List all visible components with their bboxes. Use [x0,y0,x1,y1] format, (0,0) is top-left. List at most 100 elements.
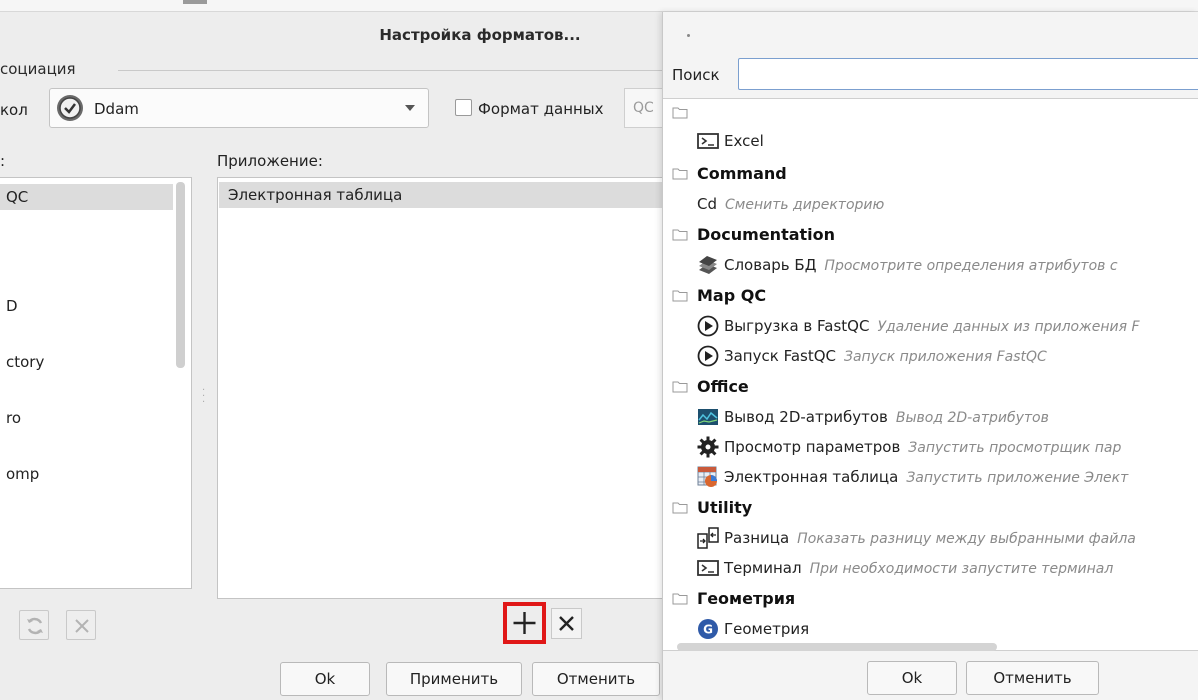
refresh-icon [27,617,43,635]
window-dot [687,34,690,37]
app-name: Электронная таблица Запустить приложение … [724,468,1129,486]
tree-folder-utility[interactable]: Utility [663,497,1198,521]
popup-ok-button[interactable]: Ok [867,661,957,695]
tree-folder-command[interactable]: Command [663,163,1198,187]
list-item[interactable]: D [6,297,18,315]
protocol-label: кол [0,101,28,119]
folder-icon [672,107,688,119]
folder-icon [672,502,688,514]
ok-button[interactable]: Ok [280,662,370,696]
app-name: Разница Показать разницу между выбранными… [724,529,1136,547]
category-label: Office [697,377,749,396]
window-top-strip [0,0,1198,12]
tree-folder-office[interactable]: Office [663,376,1198,400]
play-icon [697,315,719,337]
diff-icon [697,527,719,549]
chevron-down-icon[interactable] [405,105,415,111]
list-item[interactable]: Электронная таблица [219,182,665,208]
gear-icon [697,436,719,458]
terminal-icon [697,560,719,576]
protocol-value: Ddam [94,100,139,118]
application-tree[interactable]: Excel Command Cd Сменить директорию Docum… [663,98,1198,651]
chart-icon [698,409,718,425]
app-name: Терминал При необходимости запустите терм… [724,559,1114,577]
formats-list[interactable]: QC D ctory ro omp [0,177,192,589]
tree-item-spreadsheet[interactable]: Электронная таблица Запустить приложение … [663,466,1198,490]
tree-folder-documentation[interactable]: Documentation [663,224,1198,248]
data-format-checkbox[interactable] [455,99,472,116]
tree-item-run-fastqc[interactable]: Запуск FastQC Запуск приложения FastQC [663,345,1198,369]
tree-horizontal-scrollbar[interactable] [677,643,997,651]
category-label: Command [697,164,787,183]
list-item[interactable]: ctory [6,353,44,371]
svg-text:G: G [703,623,713,637]
tree-item-view-parameters[interactable]: Просмотр параметров Запустить просмотрщик… [663,436,1198,460]
app-description: Запустить просмотрщик пар [908,440,1122,456]
close-icon [75,619,89,633]
tree-folder-geometry[interactable]: Геометрия [663,588,1198,612]
applications-list[interactable]: Электронная таблица [217,177,667,599]
refresh-button[interactable] [19,610,49,640]
folder-icon [672,593,688,605]
app-name: Запуск FastQC Запуск приложения FastQC [724,347,1047,365]
app-description: Запуск приложения FastQC [844,349,1047,365]
spreadsheet-icon [697,466,717,487]
app-name: Cd Сменить директорию [697,195,885,213]
app-name: Вывод 2D-атрибутов Вывод 2D-атрибутов [724,408,1049,426]
application-column-label: Приложение: [217,152,323,170]
category-label: Геометрия [697,589,796,608]
tree-folder-root[interactable] [663,102,1198,126]
folder-icon [672,168,688,180]
app-name: Excel [724,132,764,150]
books-icon [699,256,717,274]
remove-application-button[interactable] [551,608,582,639]
app-description: Вывод 2D-атрибутов [895,410,1049,426]
dialog-title: Настройка форматов... [379,26,581,44]
add-application-button[interactable] [509,608,540,638]
tree-item-cd[interactable]: Cd Сменить директорию [663,193,1198,217]
search-input[interactable] [738,58,1198,90]
tree-folder-map-qc[interactable]: Map QC [663,285,1198,309]
data-format-field[interactable]: QC [624,88,664,128]
folder-icon [672,229,688,241]
search-label: Поиск [672,66,720,84]
apply-button[interactable]: Применить [386,662,522,696]
tree-item-2d-attributes[interactable]: Вывод 2D-атрибутов Вывод 2D-атрибутов [663,406,1198,430]
formats-column-label: : [0,152,6,170]
tree-item-geometry[interactable]: G Геометрия [663,618,1198,642]
tree-item-terminal[interactable]: Терминал При необходимости запустите терм… [663,557,1198,581]
category-label: Utility [697,498,753,517]
folder-icon [672,381,688,393]
popup-cancel-button[interactable]: Отменить [966,661,1099,695]
list-item[interactable]: omp [6,465,39,483]
tree-item-db-dictionary[interactable]: Словарь БД Просмотрите определения атрибу… [663,254,1198,278]
app-description: Показать разницу между выбранными файла [797,531,1136,547]
association-group-label: социация [0,60,80,78]
window-mark [183,0,207,4]
terminal-icon [697,133,719,149]
formats-list-scrollbar[interactable] [176,182,185,368]
plus-icon [513,612,536,634]
application-picker-popup: Поиск Excel Command Cd Сменить директорию… [662,12,1198,700]
tree-item-excel[interactable]: Excel [663,130,1198,154]
ddam-icon [57,95,83,121]
list-item[interactable]: ro [6,409,21,427]
protocol-combobox[interactable]: Ddam [49,88,429,128]
app-description: При необходимости запустите терминал [809,561,1114,577]
category-label: Documentation [697,225,836,244]
cancel-button[interactable]: Отменить [532,662,660,696]
app-name: Геометрия [724,620,810,638]
remove-format-button[interactable] [66,610,96,640]
app-description: Запустить приложение Элект [906,470,1129,486]
category-label: Map QC [697,286,767,305]
list-item[interactable]: QC [0,184,173,210]
tree-item-export-fastqc[interactable]: Выгрузка в FastQC Удаление данных из прил… [663,315,1198,339]
app-description: Сменить директорию [725,197,885,213]
geometry-icon: G [698,619,718,639]
data-format-label: Формат данных [478,100,604,118]
app-name: Просмотр параметров Запустить просмотрщик… [724,438,1122,456]
folder-icon [672,290,688,302]
group-divider [118,70,663,71]
tree-item-diff[interactable]: Разница Показать разницу между выбранными… [663,527,1198,551]
splitter-handle[interactable]: · · · [202,386,205,408]
